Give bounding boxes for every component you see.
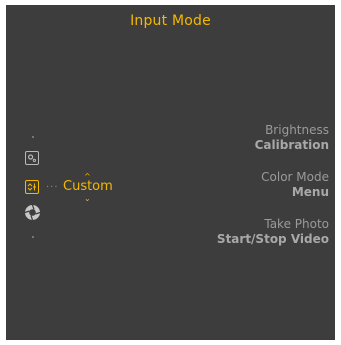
page-title: Input Mode: [130, 13, 211, 29]
selector-dotted-line: ···: [46, 182, 59, 193]
hint-label: Color Mode: [261, 170, 329, 184]
hint-label: Take Photo: [264, 217, 329, 231]
camera-screen: Input Mode ··· ^ Custom ⌄ Brightness Cal…: [6, 5, 335, 340]
aperture-icon[interactable]: [24, 204, 41, 221]
mode-value[interactable]: Custom: [63, 179, 113, 194]
hint-brightness: Brightness Calibration: [255, 123, 329, 153]
hint-action: Menu: [291, 185, 329, 199]
hint-label: Brightness: [265, 123, 329, 137]
hint-color-mode: Color Mode Menu: [261, 170, 329, 200]
chevron-down-icon[interactable]: ⌄: [84, 195, 91, 203]
hint-action: Start/Stop Video: [216, 232, 329, 246]
scroll-dot-top: [32, 136, 34, 138]
settings-icon[interactable]: [25, 151, 39, 165]
scroll-dot-bottom: [32, 236, 34, 238]
hint-action: Calibration: [254, 138, 329, 152]
input-mode-icon[interactable]: [25, 180, 39, 194]
hint-take-photo: Take Photo Start/Stop Video: [217, 217, 329, 247]
